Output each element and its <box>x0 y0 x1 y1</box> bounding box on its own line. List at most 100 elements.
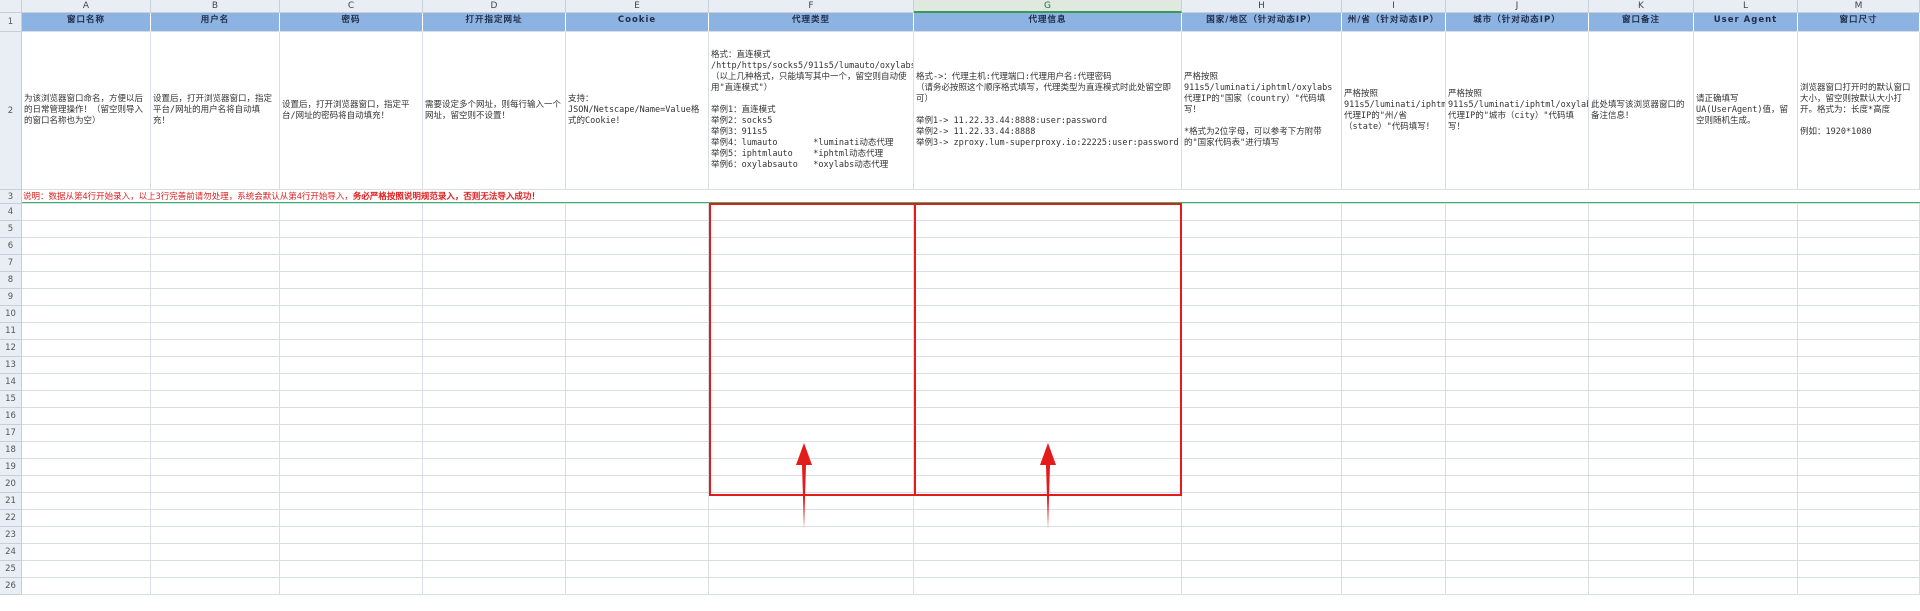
empty-cell[interactable] <box>1446 238 1589 255</box>
empty-cell[interactable] <box>1182 476 1342 493</box>
empty-cell[interactable] <box>22 510 151 527</box>
empty-cell[interactable] <box>1589 340 1694 357</box>
empty-cell[interactable] <box>566 459 709 476</box>
empty-cell[interactable] <box>1182 544 1342 561</box>
empty-cell[interactable] <box>1182 238 1342 255</box>
empty-cell[interactable] <box>423 425 566 442</box>
row-header-6[interactable]: 6 <box>0 238 22 255</box>
description-cell-m[interactable]: 浏览器窗口打开时的默认窗口大小，留空则按默认大小打开。格式为：长度*高度 例如：… <box>1798 32 1920 190</box>
empty-cell[interactable] <box>22 374 151 391</box>
empty-cell[interactable] <box>151 408 280 425</box>
row-header-4[interactable]: 4 <box>0 204 22 221</box>
row-header-23[interactable]: 23 <box>0 527 22 544</box>
description-cell-c[interactable]: 设置后，打开浏览器窗口，指定平台/网址的密码将自动填充！ <box>280 32 423 190</box>
empty-cell[interactable] <box>1446 510 1589 527</box>
empty-cell[interactable] <box>423 204 566 221</box>
empty-cell[interactable] <box>423 255 566 272</box>
empty-cell[interactable] <box>566 323 709 340</box>
empty-cell[interactable] <box>22 578 151 595</box>
row-header-25[interactable]: 25 <box>0 561 22 578</box>
empty-cell[interactable] <box>1798 527 1920 544</box>
empty-cell[interactable] <box>1342 459 1446 476</box>
row-header-7[interactable]: 7 <box>0 255 22 272</box>
description-cell-b[interactable]: 设置后，打开浏览器窗口，指定平台/网址的用户名将自动填充！ <box>151 32 280 190</box>
empty-cell[interactable] <box>566 476 709 493</box>
row-header-1[interactable]: 1 <box>0 13 22 32</box>
empty-cell[interactable] <box>22 306 151 323</box>
empty-cell[interactable] <box>280 204 423 221</box>
empty-cell[interactable] <box>1342 221 1446 238</box>
empty-cell[interactable] <box>566 425 709 442</box>
empty-cell[interactable] <box>1589 544 1694 561</box>
column-header-i[interactable]: I <box>1342 0 1446 13</box>
empty-cell[interactable] <box>280 374 423 391</box>
empty-cell[interactable] <box>1342 510 1446 527</box>
empty-cell[interactable] <box>1446 578 1589 595</box>
empty-cell[interactable] <box>22 221 151 238</box>
empty-cell[interactable] <box>1798 391 1920 408</box>
empty-cell[interactable] <box>151 527 280 544</box>
empty-cell[interactable] <box>566 374 709 391</box>
description-cell-j[interactable]: 严格按照911s5/luminati/iphtml/oxylabs代理IP的"城… <box>1446 32 1589 190</box>
empty-cell[interactable] <box>1694 493 1798 510</box>
empty-cell[interactable] <box>1589 493 1694 510</box>
empty-cell[interactable] <box>1798 544 1920 561</box>
empty-cell[interactable] <box>22 391 151 408</box>
empty-cell[interactable] <box>423 289 566 306</box>
empty-cell[interactable] <box>566 578 709 595</box>
empty-cell[interactable] <box>1589 289 1694 306</box>
column-header-j[interactable]: J <box>1446 0 1589 13</box>
empty-cell[interactable] <box>280 425 423 442</box>
empty-cell[interactable] <box>22 561 151 578</box>
empty-cell[interactable] <box>151 272 280 289</box>
empty-cell[interactable] <box>22 357 151 374</box>
empty-cell[interactable] <box>1446 289 1589 306</box>
empty-cell[interactable] <box>423 391 566 408</box>
empty-cell[interactable] <box>1182 493 1342 510</box>
empty-cell[interactable] <box>1446 221 1589 238</box>
empty-cell[interactable] <box>1798 493 1920 510</box>
empty-cell[interactable] <box>280 493 423 510</box>
empty-cell[interactable] <box>1446 527 1589 544</box>
description-cell-e[interactable]: 支持： JSON/Netscape/Name=Value格式的Cookie！ <box>566 32 709 190</box>
empty-cell[interactable] <box>1446 476 1589 493</box>
empty-cell[interactable] <box>1589 204 1694 221</box>
empty-cell[interactable] <box>1694 476 1798 493</box>
empty-cell[interactable] <box>1446 425 1589 442</box>
empty-cell[interactable] <box>423 578 566 595</box>
empty-cell[interactable] <box>22 544 151 561</box>
empty-cell[interactable] <box>151 578 280 595</box>
empty-cell[interactable] <box>280 527 423 544</box>
description-cell-a[interactable]: 为该浏览器窗口命名，方便以后的日常管理操作！（留空则导入的窗口名称也为空） <box>22 32 151 190</box>
row-header-3[interactable]: 3 <box>0 190 22 204</box>
empty-cell[interactable] <box>423 476 566 493</box>
empty-cell[interactable] <box>1694 357 1798 374</box>
empty-cell[interactable] <box>151 289 280 306</box>
empty-cell[interactable] <box>151 493 280 510</box>
empty-cell[interactable] <box>1694 408 1798 425</box>
empty-cell[interactable] <box>1182 374 1342 391</box>
empty-cell[interactable] <box>1694 255 1798 272</box>
empty-cell[interactable] <box>1342 323 1446 340</box>
empty-cell[interactable] <box>280 391 423 408</box>
row-header-19[interactable]: 19 <box>0 459 22 476</box>
empty-cell[interactable] <box>1694 306 1798 323</box>
empty-cell[interactable] <box>566 289 709 306</box>
empty-cell[interactable] <box>1589 408 1694 425</box>
empty-cell[interactable] <box>1342 425 1446 442</box>
empty-cell[interactable] <box>1798 289 1920 306</box>
empty-cell[interactable] <box>914 544 1182 561</box>
empty-cell[interactable] <box>1342 544 1446 561</box>
empty-cell[interactable] <box>22 527 151 544</box>
empty-cell[interactable] <box>22 425 151 442</box>
row-header-18[interactable]: 18 <box>0 442 22 459</box>
empty-cell[interactable] <box>151 510 280 527</box>
empty-cell[interactable] <box>280 442 423 459</box>
empty-cell[interactable] <box>151 204 280 221</box>
empty-cell[interactable] <box>1798 357 1920 374</box>
empty-cell[interactable] <box>1694 544 1798 561</box>
header-cell-c[interactable]: 密码 <box>280 13 423 32</box>
row-header-21[interactable]: 21 <box>0 493 22 510</box>
column-header-k[interactable]: K <box>1589 0 1694 13</box>
empty-cell[interactable] <box>151 425 280 442</box>
